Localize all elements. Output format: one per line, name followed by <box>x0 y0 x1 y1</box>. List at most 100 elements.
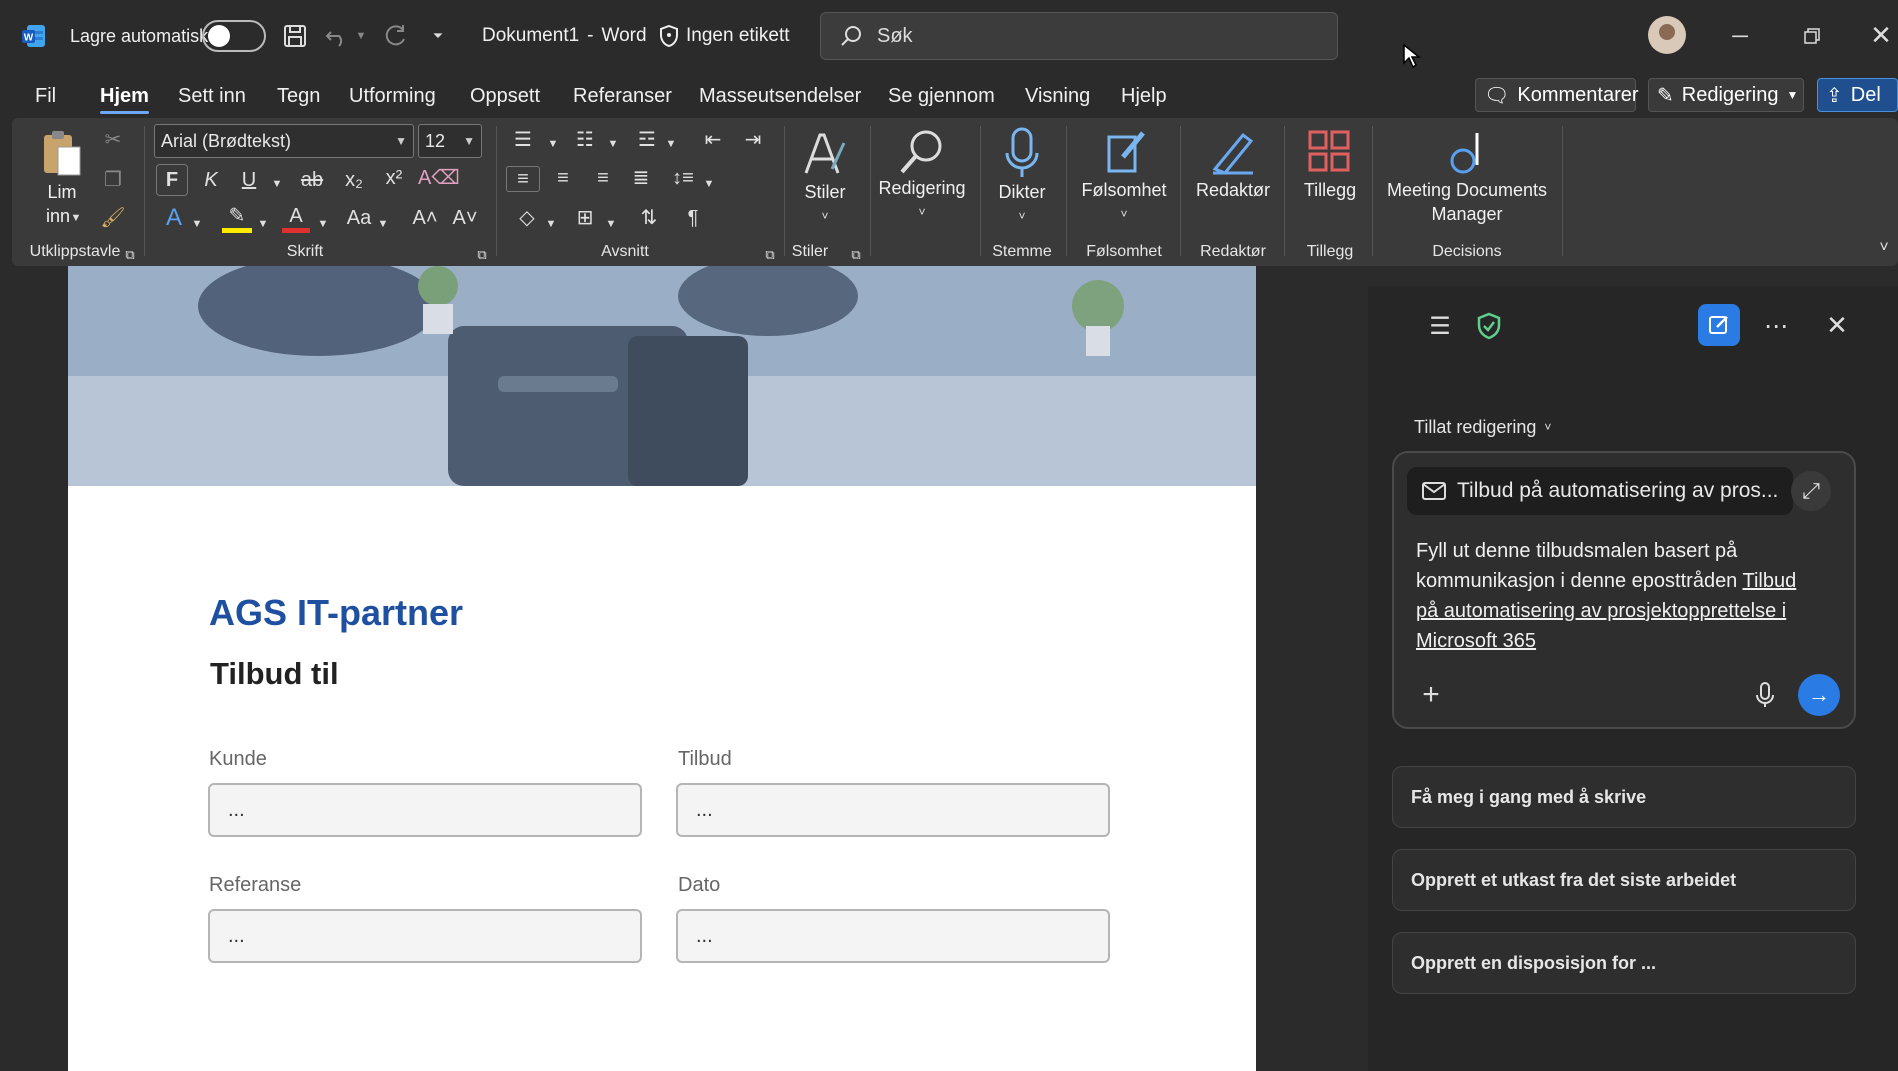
borders-dropdown-icon[interactable]: ▼ <box>604 212 618 236</box>
paste-icon[interactable] <box>40 128 84 180</box>
add-icon[interactable]: + <box>1416 678 1446 711</box>
sensitivity-icon[interactable] <box>1104 126 1150 176</box>
dialog-launcher-icon[interactable]: ⧉ <box>122 243 138 267</box>
shading-icon[interactable]: ◇ <box>512 206 542 230</box>
chevron-down-icon[interactable]: ˅ <box>815 204 835 228</box>
permission-dropdown[interactable]: Tillat redigering ˅ <box>1414 414 1551 440</box>
avatar[interactable] <box>1648 16 1686 54</box>
italic-button[interactable]: K <box>198 168 224 192</box>
line-spacing-icon[interactable]: ↕≡ <box>668 166 698 190</box>
copy-icon[interactable]: ❐ <box>100 168 126 192</box>
align-left-icon[interactable]: ≡ <box>506 166 540 192</box>
close-pane-icon[interactable]: ✕ <box>1820 308 1854 342</box>
shield-check-icon[interactable] <box>1474 310 1504 342</box>
microphone-icon[interactable] <box>1002 126 1042 180</box>
undo-icon[interactable] <box>322 20 352 52</box>
superscript-icon[interactable]: x² <box>380 166 408 190</box>
tab-fil[interactable]: Fil <box>35 76 56 116</box>
change-case-icon[interactable]: Aa <box>344 206 374 230</box>
underline-button[interactable]: U <box>236 168 262 192</box>
clear-formatting-icon[interactable]: A⌫ <box>418 166 460 190</box>
change-case-dropdown-icon[interactable]: ▼ <box>376 212 390 236</box>
prompt-text[interactable]: Fyll ut denne tilbudsmalen basert på kom… <box>1416 536 1816 656</box>
font-color-dropdown-icon[interactable]: ▼ <box>316 212 330 236</box>
font-family-select[interactable]: Arial (Brødtekst) ▼ <box>154 124 414 158</box>
tab-utforming[interactable]: Utforming <box>349 76 436 116</box>
sensitivity-label-button[interactable]: Ingen etikett <box>658 22 790 50</box>
multilevel-list-icon[interactable]: ☲ <box>632 128 662 152</box>
restore-icon[interactable] <box>1794 20 1830 52</box>
autosave-toggle[interactable] <box>202 20 266 52</box>
tab-sett-inn[interactable]: Sett inn <box>178 76 246 116</box>
field-referanse[interactable]: ... <box>208 909 642 963</box>
close-icon[interactable]: ✕ <box>1864 18 1898 52</box>
customize-toolbar-icon[interactable]: ⏷ <box>424 24 452 48</box>
more-options-icon[interactable]: ⋯ <box>1760 310 1792 342</box>
tab-visning[interactable]: Visning <box>1025 76 1090 116</box>
microphone-icon[interactable] <box>1752 678 1778 712</box>
editor-icon[interactable] <box>1208 128 1258 176</box>
dialog-launcher-icon[interactable]: ⧉ <box>848 243 864 267</box>
suggestion-card[interactable]: Opprett en disposisjon for ... <box>1392 932 1856 994</box>
send-button[interactable]: → <box>1798 674 1840 716</box>
editor-button-label[interactable]: Redaktør <box>1188 178 1278 202</box>
meeting-documents-label-2[interactable]: Manager <box>1378 202 1556 226</box>
suggestion-card[interactable]: Få meg i gang med å skrive <box>1392 766 1856 828</box>
chevron-down-icon[interactable]: ˅ <box>1012 204 1032 228</box>
format-painter-icon[interactable]: 🖌 <box>100 206 126 230</box>
font-size-select[interactable]: 12 ▼ <box>418 124 482 158</box>
find-icon[interactable] <box>896 126 948 180</box>
subscript-icon[interactable]: x₂ <box>340 168 368 192</box>
justify-icon[interactable]: ≣ <box>626 166 656 190</box>
redo-icon[interactable] <box>380 20 410 52</box>
increase-indent-icon[interactable]: ⇥ <box>738 128 768 152</box>
bullets-dropdown-icon[interactable]: ▼ <box>546 132 560 156</box>
tab-se-gjennom[interactable]: Se gjennom <box>888 76 995 116</box>
meeting-documents-label[interactable]: Meeting Documents <box>1378 178 1556 202</box>
tab-oppsett[interactable]: Oppsett <box>470 76 540 116</box>
addins-button-label[interactable]: Tillegg <box>1290 178 1370 202</box>
editing-mode-button[interactable]: ✎ Redigering ▼ <box>1648 78 1804 112</box>
chevron-down-icon[interactable]: ˅ <box>912 200 932 224</box>
dictate-button-label[interactable]: Dikter <box>982 180 1062 204</box>
save-icon[interactable] <box>280 20 310 52</box>
text-effects-dropdown-icon[interactable]: ▼ <box>190 212 204 236</box>
strikethrough-icon[interactable]: ab <box>298 168 326 192</box>
decrease-indent-icon[interactable]: ⇤ <box>698 128 728 152</box>
align-right-icon[interactable]: ≡ <box>588 166 618 190</box>
borders-icon[interactable]: ⊞ <box>570 206 600 230</box>
field-dato[interactable]: ... <box>676 909 1110 963</box>
field-tilbud[interactable]: ... <box>676 783 1110 837</box>
numbering-dropdown-icon[interactable]: ▼ <box>606 132 620 156</box>
align-center-icon[interactable]: ≡ <box>548 166 578 190</box>
sort-icon[interactable]: ⇅ <box>634 206 664 230</box>
tab-hjelp[interactable]: Hjelp <box>1121 76 1167 116</box>
chevron-down-icon[interactable]: ˅ <box>1114 202 1134 226</box>
new-chat-icon[interactable] <box>1698 304 1740 346</box>
cut-icon[interactable]: ✂ <box>100 128 126 152</box>
document-title[interactable]: Dokument1 - Word <box>482 22 647 50</box>
tab-tegn[interactable]: Tegn <box>277 76 320 116</box>
comments-button[interactable]: 🗨 Kommentarer <box>1475 78 1639 112</box>
tab-masseutsendelser[interactable]: Masseutsendelser <box>699 76 861 116</box>
styles-icon[interactable] <box>800 128 850 180</box>
field-kunde[interactable]: ... <box>208 783 642 837</box>
shading-dropdown-icon[interactable]: ▼ <box>544 212 558 236</box>
dialog-launcher-icon[interactable]: ⧉ <box>762 243 778 267</box>
highlight-icon[interactable]: ✎ <box>222 204 252 233</box>
collapse-ribbon-icon[interactable]: ˅ <box>1872 236 1896 260</box>
suggestion-card[interactable]: Opprett et utkast fra det siste arbeidet <box>1392 849 1856 911</box>
minimize-icon[interactable]: ─ <box>1722 20 1758 52</box>
text-effects-icon[interactable]: A <box>160 206 188 230</box>
menu-icon[interactable]: ☰ <box>1424 310 1456 342</box>
highlight-dropdown-icon[interactable]: ▼ <box>256 212 270 236</box>
styles-button-label[interactable]: Stiler <box>790 180 860 204</box>
tab-hjem[interactable]: Hjem <box>100 76 149 116</box>
expand-icon[interactable]: ⤢ <box>1791 471 1831 511</box>
undo-dropdown-icon[interactable]: ▼ <box>354 26 368 46</box>
meeting-documents-icon[interactable] <box>1448 128 1484 176</box>
paste-dropdown-icon[interactable]: ▼ <box>70 206 82 230</box>
addins-icon[interactable] <box>1306 128 1352 174</box>
numbering-icon[interactable]: ☷ <box>570 128 600 152</box>
underline-dropdown-icon[interactable]: ▼ <box>270 172 284 196</box>
